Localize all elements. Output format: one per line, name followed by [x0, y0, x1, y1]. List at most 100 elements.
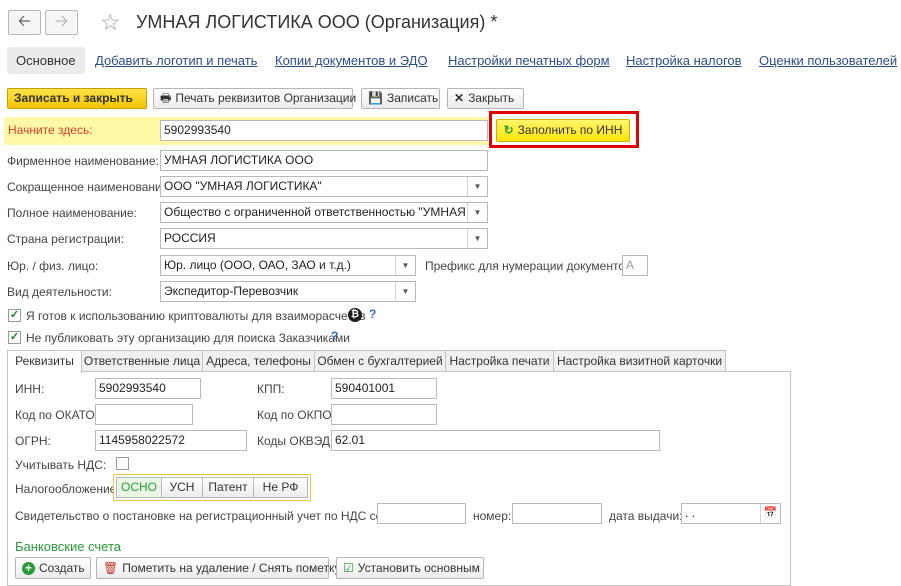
entity-type-value: Юр. лицо (ООО, ОАО, ЗАО и т.д.) — [164, 258, 351, 272]
certificate-date-label: дата выдачи: — [609, 509, 683, 523]
print-details-button[interactable]: 🖶 Печать реквизитов Организации — [153, 88, 357, 109]
help-icon[interactable]: ? — [331, 329, 338, 343]
fill-by-inn-label: Заполнить по ИНН — [517, 123, 623, 137]
create-button[interactable]: + Создать — [15, 557, 91, 579]
fill-by-inn-button[interactable]: ↻ Заполнить по ИНН — [496, 119, 630, 142]
ogrn-field[interactable]: 1145958022572 — [95, 430, 247, 451]
no-publish-label: Не публиковать эту организацию для поиск… — [26, 331, 350, 345]
vat-checkbox[interactable] — [116, 457, 129, 470]
full-name-field[interactable]: Общество с ограниченной ответственностью… — [160, 202, 488, 223]
kpp-field[interactable]: 590401001 — [331, 378, 437, 399]
bitcoin-icon: ₿ — [348, 308, 362, 322]
certificate-number-field[interactable] — [512, 503, 602, 524]
okpo-field[interactable] — [331, 404, 437, 425]
firm-name-field[interactable]: УМНАЯ ЛОГИСТИКА ООО — [160, 150, 488, 171]
link-tax-settings[interactable]: Настройка налогов — [626, 53, 742, 68]
activity-select[interactable]: Экспедитор-Перевозчик ▼ — [160, 281, 416, 302]
link-add-logo[interactable]: Добавить логотип и печать — [95, 53, 257, 68]
taxation-label: Налогообложение: — [15, 482, 120, 496]
mark-delete-button[interactable]: 🗑 Пометить на удаление / Снять пометку — [96, 557, 340, 579]
start-here-label: Начните здесь: — [8, 123, 93, 137]
entity-type-select[interactable]: Юр. лицо (ООО, ОАО, ЗАО и т.д.) ▼ — [160, 255, 416, 276]
save-close-button[interactable]: Записать и закрыть — [7, 88, 147, 109]
close-label: Закрыть — [468, 91, 515, 105]
full-name-value: Общество с ограниченной ответственностью… — [164, 205, 488, 219]
page-title: УМНАЯ ЛОГИСТИКА ООО (Организация) * — [136, 12, 498, 32]
country-select[interactable]: РОССИЯ ▼ — [160, 228, 488, 249]
check-document-icon: ☑ — [343, 561, 354, 575]
forward-button[interactable]: 🡢 — [45, 10, 78, 35]
short-name-field[interactable]: ООО "УМНАЯ ЛОГИСТИКА" ▼ — [160, 176, 488, 197]
okato-label: Код по ОКАТО: — [15, 408, 99, 422]
link-user-ratings[interactable]: Оценки пользователей — [759, 53, 897, 68]
tab-requisites[interactable]: Реквизиты — [7, 350, 82, 373]
taxation-option-usn[interactable]: УСН — [161, 477, 203, 498]
star-icon[interactable]: ☆ — [100, 9, 121, 36]
bank-accounts-title: Банковские счета — [15, 539, 122, 554]
save-button[interactable]: 💾 Записать — [361, 88, 440, 109]
country-value: РОССИЯ — [164, 231, 216, 245]
close-button[interactable]: ✕ Закрыть — [447, 88, 524, 109]
set-main-button[interactable]: ☑ Установить основным — [336, 557, 484, 579]
vat-certificate-series-field[interactable] — [377, 503, 466, 524]
vat-label: Учитывать НДС: — [15, 458, 107, 472]
chevron-down-icon[interactable]: ▼ — [395, 282, 415, 301]
prefix-label: Префикс для нумерации документов : — [425, 259, 639, 273]
taxation-option-non-rf[interactable]: Не РФ — [253, 477, 308, 498]
no-publish-checkbox[interactable]: ✓ — [8, 331, 21, 344]
plus-icon: + — [22, 562, 35, 575]
kpp-label: КПП: — [257, 382, 285, 396]
vat-certificate-label: Свидетельство о постановке на регистраци… — [15, 509, 406, 523]
help-icon[interactable]: ? — [369, 307, 376, 321]
link-print-settings[interactable]: Настройки печатных форм — [448, 53, 610, 68]
set-main-label: Установить основным — [357, 561, 480, 575]
full-name-label: Полное наименование: — [7, 206, 137, 220]
okato-field[interactable] — [95, 404, 193, 425]
tab-responsible[interactable]: Ответственные лица — [81, 350, 203, 372]
floppy-icon: 💾 — [368, 91, 383, 105]
link-doc-copies[interactable]: Копии документов и ЭДО — [275, 53, 428, 68]
activity-value: Экспедитор-Перевозчик — [164, 284, 299, 298]
arrow-right-icon: 🡢 — [55, 13, 68, 30]
crypto-checkbox[interactable]: ✓ — [8, 309, 21, 322]
chevron-down-icon[interactable]: ▼ — [467, 177, 487, 196]
prefix-field[interactable]: А — [622, 255, 648, 276]
arrow-left-icon: 🡠 — [18, 13, 31, 30]
tab-accounting-exchange[interactable]: Обмен с бухгалтерией — [314, 350, 446, 372]
close-icon: ✕ — [454, 91, 465, 105]
tab-business-card[interactable]: Настройка визитной карточки — [553, 350, 726, 372]
mark-delete-label: Пометить на удаление / Снять пометку — [122, 561, 341, 575]
save-label: Записать — [386, 91, 439, 105]
country-label: Страна регистрации: — [7, 232, 125, 246]
okpo-label: Код по ОКПО: — [257, 408, 335, 422]
print-details-label: Печать реквизитов Организации — [175, 91, 357, 105]
tab-addresses[interactable]: Адреса, телефоны — [202, 350, 315, 372]
tab-main[interactable]: Основное — [7, 47, 85, 74]
certificate-number-label: номер: — [473, 509, 512, 523]
inn-search-input[interactable]: 5902993540 — [160, 120, 488, 141]
activity-label: Вид деятельности: — [7, 285, 112, 299]
create-label: Создать — [39, 561, 85, 575]
back-button[interactable]: 🡠 — [8, 10, 41, 35]
tab-print-settings[interactable]: Настройка печати — [445, 350, 554, 372]
inn-field[interactable]: 5902993540 — [95, 378, 201, 399]
chevron-down-icon[interactable]: ▼ — [395, 256, 415, 275]
crypto-label: Я готов к использованию криптовалюты для… — [26, 309, 366, 323]
refresh-icon: ↻ — [503, 123, 514, 137]
certificate-date-value: . . — [685, 506, 696, 520]
calendar-icon[interactable]: 📅 — [760, 504, 780, 523]
chevron-down-icon[interactable]: ▼ — [467, 203, 487, 222]
certificate-date-field[interactable]: . . 📅 — [681, 503, 781, 524]
taxation-option-osno[interactable]: ОСНО — [116, 477, 162, 498]
inn-label: ИНН: — [15, 382, 45, 396]
chevron-down-icon[interactable]: ▼ — [467, 229, 487, 248]
okved-label: Коды ОКВЭД: — [257, 434, 334, 448]
delete-mark-icon: 🗑 — [103, 561, 119, 575]
short-name-label: Сокращенное наименование: — [7, 180, 172, 194]
firm-name-label: Фирменное наименование: — [7, 154, 159, 168]
printer-icon: 🖶 — [160, 91, 172, 105]
okved-field[interactable]: 62.01 — [331, 430, 660, 451]
ogrn-label: ОГРН: — [15, 434, 51, 448]
taxation-selector: ОСНО УСН Патент Не РФ — [113, 474, 311, 501]
taxation-option-patent[interactable]: Патент — [202, 477, 254, 498]
